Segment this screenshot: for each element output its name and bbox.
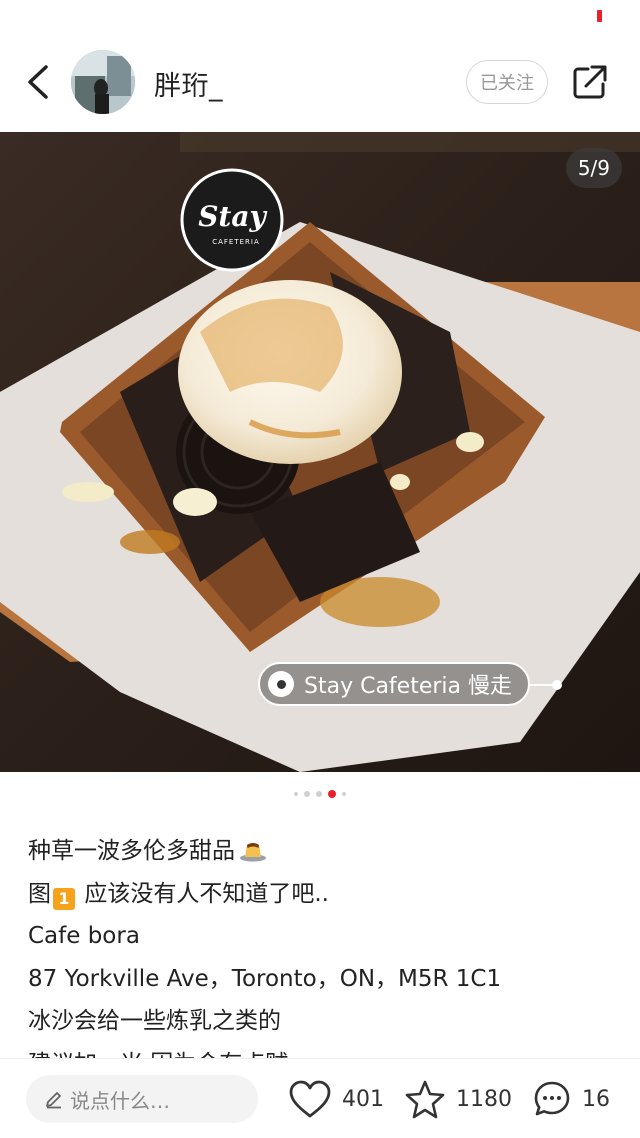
comment-bubble-icon xyxy=(534,1081,570,1116)
post-body: 种草一波多伦多甜品 图1 应该没有人不知道了吧.. Cafe bora 87 Y… xyxy=(28,830,618,1058)
share-button[interactable] xyxy=(572,64,608,100)
bottom-action-bar: 说点什么… 401 1180 16 xyxy=(0,1058,640,1138)
post-header: 胖珩_ 已关注 xyxy=(0,32,640,132)
heart-icon xyxy=(289,1080,331,1118)
image-counter: 5/9 xyxy=(565,148,622,188)
post-line: 建议加一米 因为会有点贼 xyxy=(28,1043,618,1059)
star-icon xyxy=(405,1080,445,1119)
carousel-dot xyxy=(342,792,346,796)
share-icon xyxy=(573,65,607,99)
keycap-one-icon: 1 xyxy=(53,887,75,910)
username[interactable]: 胖珩_ xyxy=(154,64,223,103)
like-count: 401 xyxy=(342,1086,384,1112)
chevron-left-icon xyxy=(28,65,48,99)
comment-input[interactable]: 说点什么… xyxy=(26,1075,258,1123)
carousel-dot-active xyxy=(328,790,336,798)
comment-button[interactable]: 16 xyxy=(532,1077,610,1121)
post-line: 87 Yorkville Ave，Toronto，ON，M5R 1C1 xyxy=(28,965,502,992)
cafe-logo-subtext: CAFETERIA xyxy=(212,238,260,246)
carousel-dot xyxy=(294,792,298,796)
location-tag[interactable]: Stay Cafeteria 慢走 xyxy=(258,662,531,706)
tag-anchor-dot xyxy=(552,680,562,690)
post-line: 种草一波多伦多甜品 xyxy=(28,830,618,873)
carousel-indicator xyxy=(0,790,640,798)
post-line: 冰沙会给一些炼乳之类的 xyxy=(28,1008,281,1034)
back-button[interactable] xyxy=(18,62,58,102)
post-line: Cafe bora xyxy=(28,923,140,949)
carousel-dot xyxy=(316,791,322,797)
location-pin-icon xyxy=(268,671,294,697)
comment-placeholder: 说点什么… xyxy=(70,1088,170,1113)
pencil-icon xyxy=(46,1092,61,1109)
cafe-logo-text: Stay xyxy=(198,200,267,233)
post-line: 图1 应该没有人不知道了吧.. xyxy=(28,880,329,910)
carousel-dot xyxy=(304,791,310,797)
post-photo[interactable]: Stay CAFETERIA 5/9 Stay Cafeteria 慢走 xyxy=(0,132,640,772)
collect-count: 1180 xyxy=(456,1086,512,1112)
collect-button[interactable]: 1180 xyxy=(404,1077,512,1121)
status-indicator xyxy=(597,10,602,22)
pudding-emoji-icon xyxy=(239,834,267,877)
comment-count: 16 xyxy=(582,1086,610,1112)
like-button[interactable]: 401 xyxy=(288,1077,384,1121)
avatar[interactable] xyxy=(71,50,135,114)
follow-button[interactable]: 已关注 xyxy=(466,60,548,104)
location-tag-label: Stay Cafeteria 慢走 xyxy=(304,674,513,699)
